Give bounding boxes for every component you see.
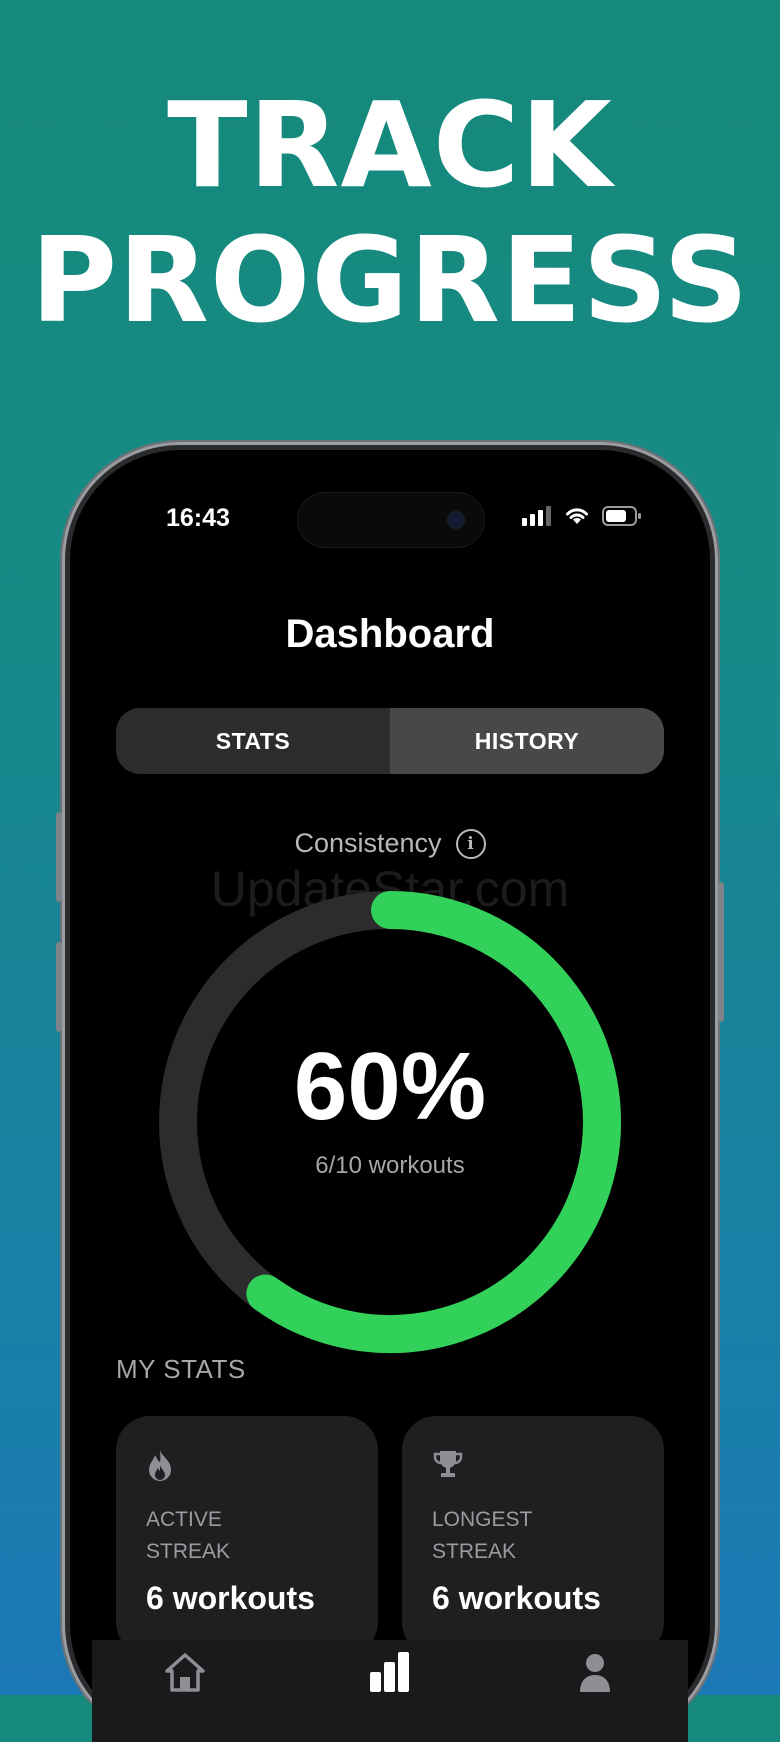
volume-up-button [56, 942, 62, 1032]
headline-line-1: TRACK [167, 76, 613, 214]
wifi-icon [566, 508, 588, 524]
headline-line-2: PROGRESS [30, 211, 750, 349]
battery-icon [602, 506, 641, 526]
consistency-header: Consistency i [92, 828, 688, 859]
card-label: LONGEST STREAK [432, 1508, 533, 1563]
page-title: Dashboard [285, 612, 495, 656]
person-icon[interactable] [578, 1652, 612, 1692]
segmented-control: STATS HISTORY [116, 708, 664, 774]
my-stats-heading: MY STATS [116, 1354, 246, 1384]
info-icon[interactable]: i [455, 828, 486, 859]
tab-stats[interactable]: STATS [116, 708, 390, 774]
trophy-icon [433, 1451, 463, 1477]
phone-screen: 16:43 Dashboard STATS HISTORY Consistenc… [92, 472, 688, 1742]
power-button [718, 882, 724, 1022]
camera-icon [449, 513, 463, 527]
chart-bars-icon[interactable] [368, 1652, 412, 1692]
stat-card-active-streak[interactable]: ACTIVE STREAK 6 workouts [116, 1416, 378, 1656]
consistency-percent: 60% [293, 1033, 487, 1140]
dynamic-island [297, 492, 485, 548]
card-label: ACTIVE STREAK [146, 1508, 231, 1563]
action-button [56, 812, 62, 902]
status-icons [522, 506, 642, 526]
stat-card-longest-streak[interactable]: LONGEST STREAK 6 workouts [402, 1416, 664, 1656]
phone-frame: 16:43 Dashboard STATS HISTORY Consistenc… [56, 442, 724, 1742]
tab-bar [92, 1640, 688, 1742]
card-value: 6 workouts [432, 1580, 601, 1616]
consistency-label: Consistency [294, 828, 442, 858]
workouts-count: 6/10 workouts [315, 1152, 465, 1179]
tab-history[interactable]: HISTORY [390, 708, 664, 774]
cellular-signal-icon [522, 506, 551, 526]
flame-icon [149, 1450, 171, 1481]
status-time: 16:43 [166, 504, 230, 532]
home-icon[interactable] [164, 1652, 206, 1692]
card-value: 6 workouts [146, 1580, 315, 1616]
